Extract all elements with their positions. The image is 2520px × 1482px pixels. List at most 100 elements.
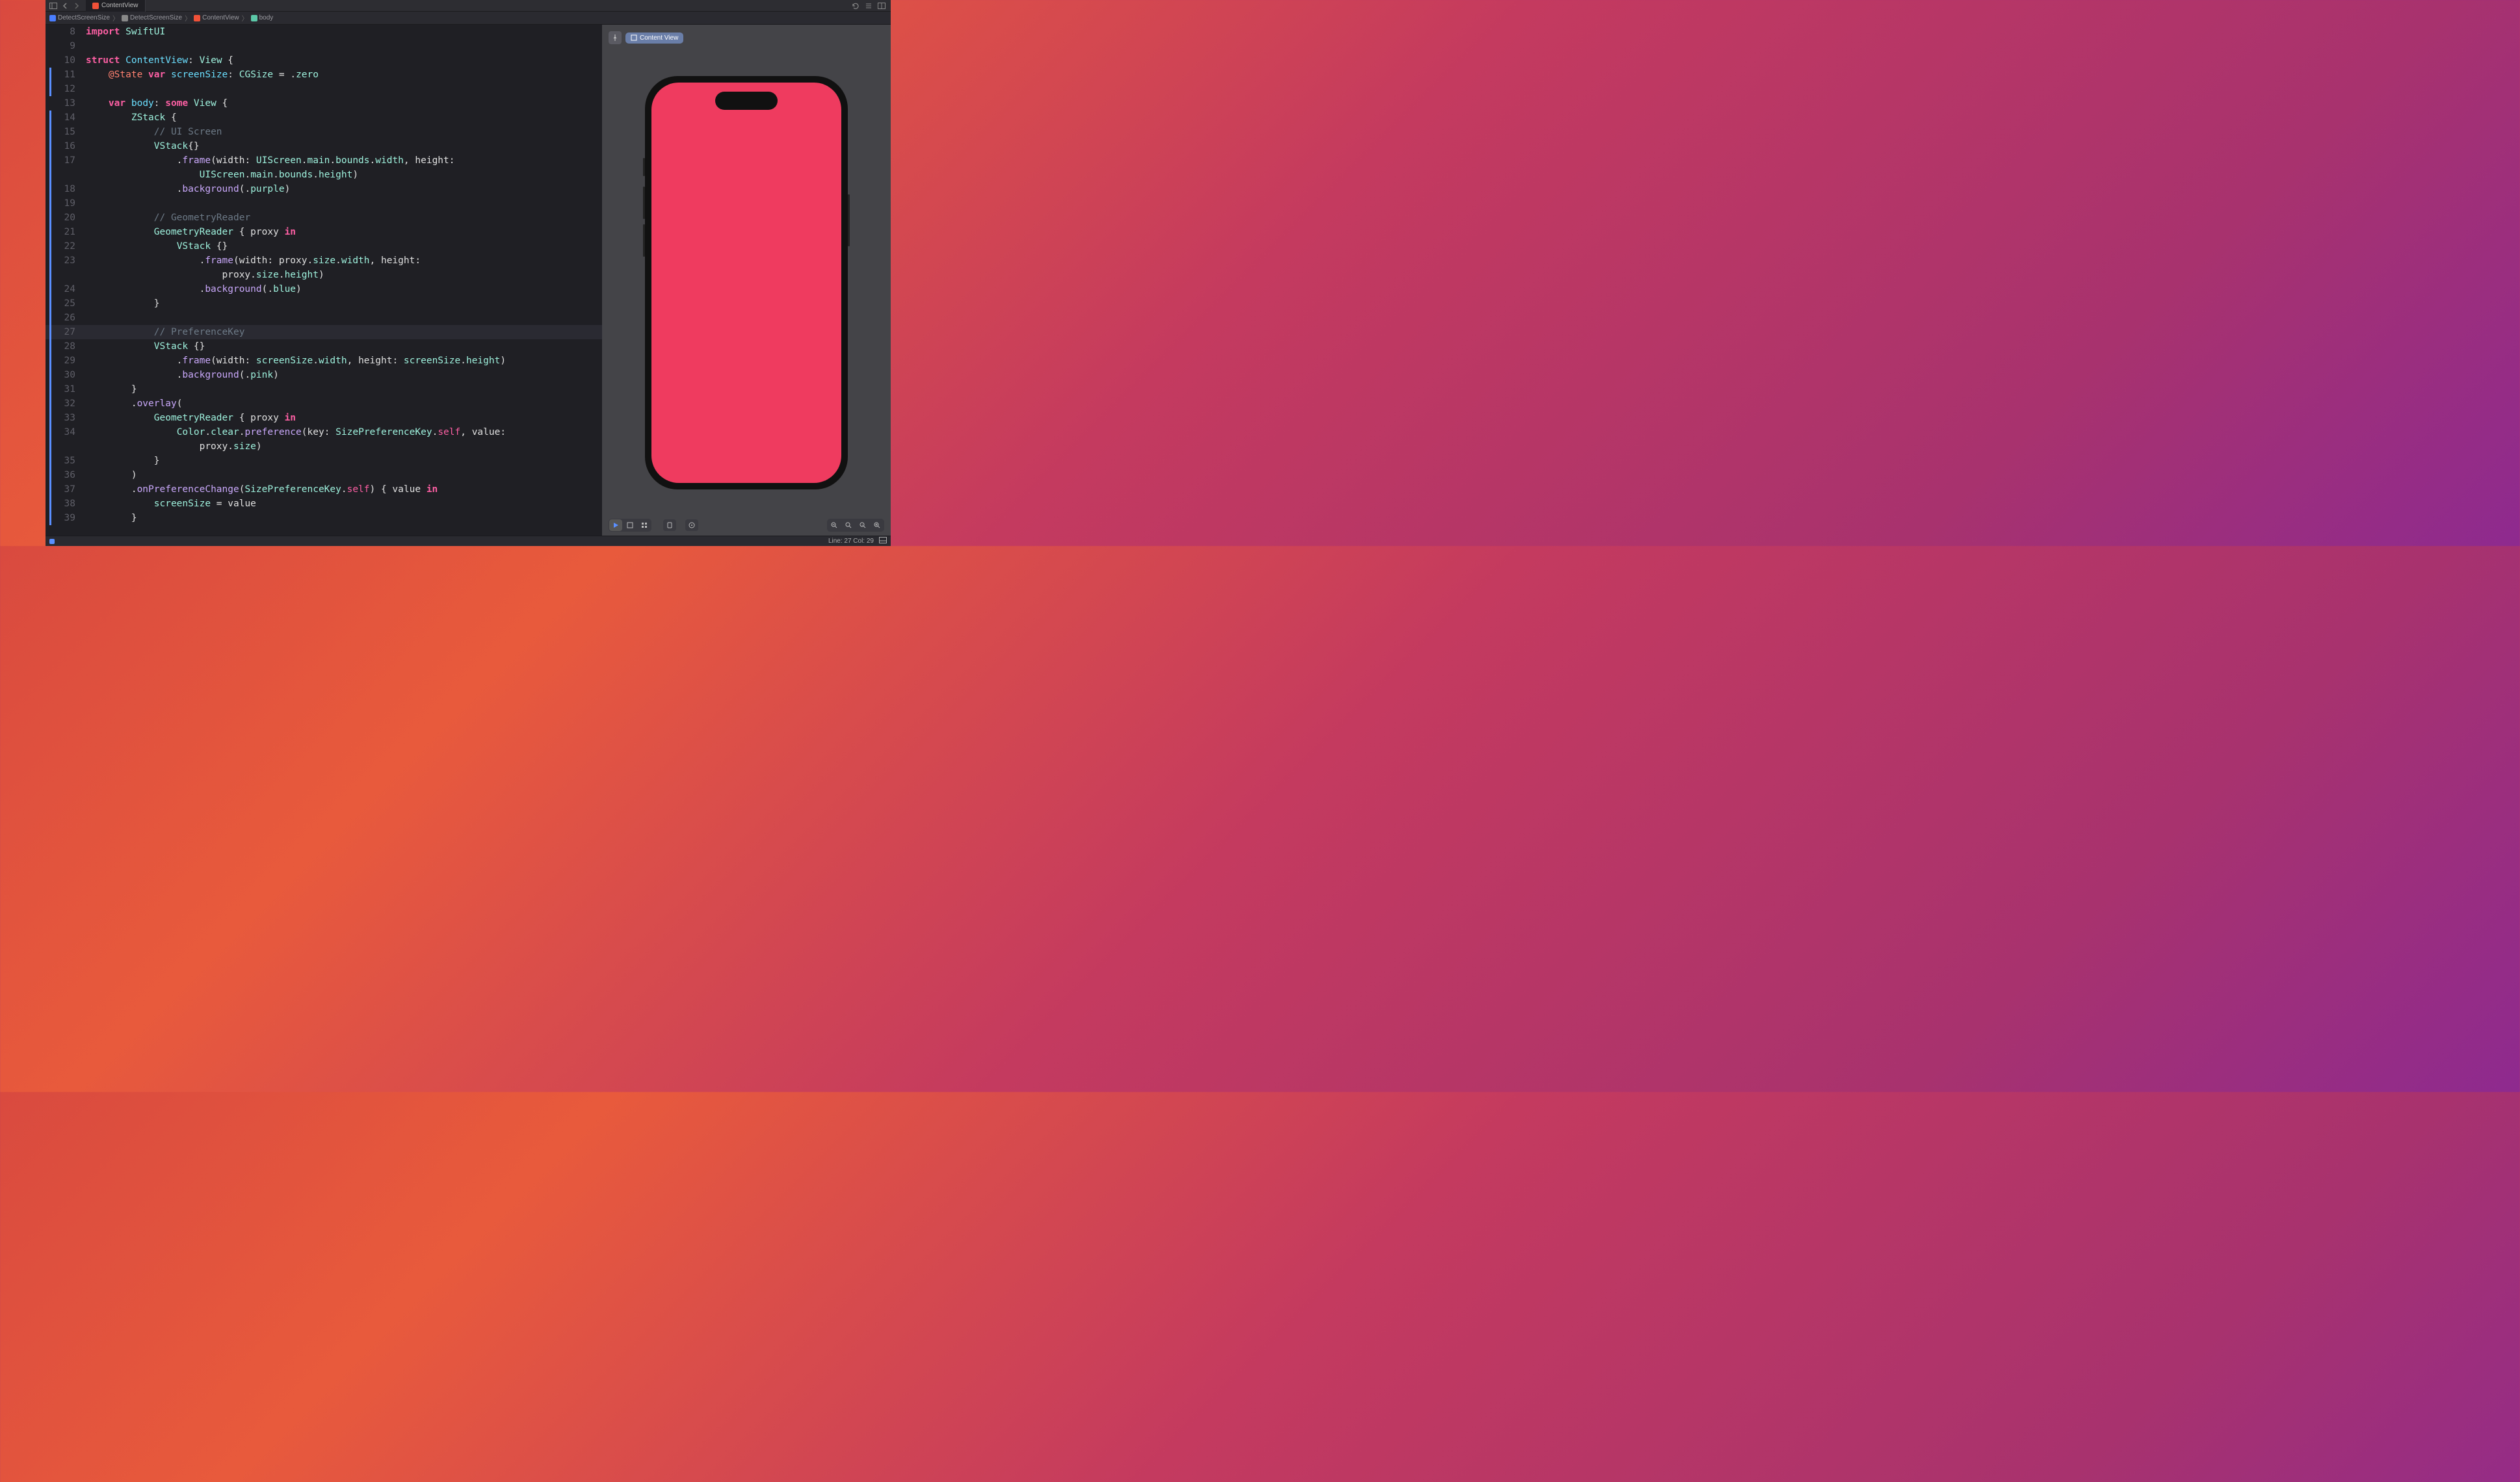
code-line[interactable]: 15 // UI Screen <box>46 125 602 139</box>
line-number: 38 <box>46 497 81 511</box>
preview-issues-button[interactable] <box>685 519 698 531</box>
code-line[interactable]: 26 <box>46 311 602 325</box>
zoom-fit-button[interactable]: 1 <box>856 519 869 531</box>
line-number: 27 <box>46 325 81 339</box>
cursor-position: Line: 27 Col: 29 <box>828 538 874 545</box>
change-bar <box>49 82 51 96</box>
line-number: 17 <box>46 153 81 168</box>
line-number: 15 <box>46 125 81 139</box>
code-line[interactable]: 38 screenSize = value <box>46 497 602 511</box>
code-line[interactable]: 18 .background(.purple) <box>46 182 602 196</box>
code-line[interactable]: 31 } <box>46 382 602 396</box>
code-line[interactable]: 28 VStack {} <box>46 339 602 354</box>
code-line[interactable]: 32 .overlay( <box>46 396 602 411</box>
code-line[interactable]: 12 <box>46 82 602 96</box>
code-line[interactable]: 8import SwiftUI <box>46 25 602 39</box>
back-icon[interactable] <box>60 1 70 11</box>
forward-icon[interactable] <box>72 1 82 11</box>
breadcrumb-app[interactable]: DetectScreenSize <box>49 14 110 21</box>
status-indicator-icon[interactable] <box>49 539 55 544</box>
tab-contentview[interactable]: ContentView <box>86 0 146 12</box>
line-number: 34 <box>46 425 81 439</box>
change-bar <box>49 325 51 339</box>
code-line[interactable]: 35 } <box>46 454 602 468</box>
change-bar <box>49 311 51 325</box>
code-line[interactable]: 14 ZStack { <box>46 110 602 125</box>
breadcrumb-property[interactable]: body <box>251 14 274 21</box>
zoom-in-button[interactable] <box>871 519 884 531</box>
code-line[interactable]: proxy.size) <box>46 439 602 454</box>
line-number: 39 <box>46 511 81 525</box>
zoom-actual-button[interactable] <box>842 519 855 531</box>
change-bar <box>49 411 51 425</box>
breadcrumb-folder-label: DetectScreenSize <box>130 14 182 21</box>
debug-area-toggle-icon[interactable] <box>879 537 887 545</box>
code-content: .background(.blue) <box>81 282 602 296</box>
change-bar <box>49 468 51 482</box>
code-line[interactable]: 34 Color.clear.preference(key: SizePrefe… <box>46 425 602 439</box>
navigator-toggle-icon[interactable] <box>48 1 59 11</box>
zoom-out-button[interactable] <box>828 519 841 531</box>
main-split: 8import SwiftUI910struct ContentView: Vi… <box>46 25 891 536</box>
code-line[interactable]: 21 GeometryReader { proxy in <box>46 225 602 239</box>
code-line[interactable]: 24 .background(.blue) <box>46 282 602 296</box>
device-settings-button[interactable] <box>663 519 676 531</box>
code-content <box>81 196 602 211</box>
code-line[interactable]: 16 VStack{} <box>46 139 602 153</box>
pin-preview-button[interactable] <box>609 31 622 44</box>
status-bar: Line: 27 Col: 29 <box>46 536 891 546</box>
code-line[interactable]: 19 <box>46 196 602 211</box>
code-content: Color.clear.preference(key: SizePreferen… <box>81 425 602 439</box>
content-view-chip[interactable]: Content View <box>625 32 683 44</box>
code-line[interactable]: UIScreen.main.bounds.height) <box>46 168 602 182</box>
code-editor[interactable]: 8import SwiftUI910struct ContentView: Vi… <box>46 25 602 536</box>
code-line[interactable]: 22 VStack {} <box>46 239 602 254</box>
selectable-preview-button[interactable] <box>623 519 637 531</box>
code-line[interactable]: 29 .frame(width: screenSize.width, heigh… <box>46 354 602 368</box>
line-number: 12 <box>46 82 81 96</box>
code-line[interactable]: proxy.size.height) <box>46 268 602 282</box>
change-bar <box>49 296 51 311</box>
property-icon <box>251 15 257 21</box>
code-line[interactable]: 13 var body: some View { <box>46 96 602 110</box>
code-line[interactable]: 11 @State var screenSize: CGSize = .zero <box>46 68 602 82</box>
line-number: 10 <box>46 53 81 68</box>
change-bar <box>49 382 51 396</box>
live-preview-button[interactable] <box>609 519 622 531</box>
code-line[interactable]: 25 } <box>46 296 602 311</box>
code-line[interactable]: 30 .background(.pink) <box>46 368 602 382</box>
line-number: 36 <box>46 468 81 482</box>
code-content: import SwiftUI <box>81 25 602 39</box>
code-line[interactable]: 23 .frame(width: proxy.size.width, heigh… <box>46 254 602 268</box>
device-frame[interactable] <box>645 76 848 489</box>
code-content: // PreferenceKey <box>81 325 602 339</box>
code-line[interactable]: 17 .frame(width: UIScreen.main.bounds.wi… <box>46 153 602 168</box>
change-bar <box>49 139 51 153</box>
app-icon <box>49 15 56 21</box>
code-line[interactable]: 39 } <box>46 511 602 525</box>
line-number: 21 <box>46 225 81 239</box>
code-content: .onPreferenceChange(SizePreferenceKey.se… <box>81 482 602 497</box>
code-line[interactable]: 33 GeometryReader { proxy in <box>46 411 602 425</box>
swift-icon <box>92 3 99 9</box>
code-line[interactable]: 10struct ContentView: View { <box>46 53 602 68</box>
change-bar <box>49 354 51 368</box>
add-editor-icon[interactable] <box>876 1 887 11</box>
code-content <box>81 82 602 96</box>
refresh-icon[interactable] <box>850 1 861 11</box>
code-content: screenSize = value <box>81 497 602 511</box>
code-line[interactable]: 27 // PreferenceKey <box>46 325 602 339</box>
change-bar <box>49 182 51 196</box>
code-line[interactable]: 37 .onPreferenceChange(SizePreferenceKey… <box>46 482 602 497</box>
breadcrumb-file[interactable]: ContentView <box>194 14 239 21</box>
code-line[interactable]: 20 // GeometryReader <box>46 211 602 225</box>
change-bar <box>49 396 51 411</box>
code-content: @State var screenSize: CGSize = .zero <box>81 68 602 82</box>
variants-preview-button[interactable] <box>638 519 651 531</box>
breadcrumb-folder[interactable]: DetectScreenSize <box>122 14 182 21</box>
adjust-editor-icon[interactable] <box>863 1 874 11</box>
code-line[interactable]: 9 <box>46 39 602 53</box>
code-content: GeometryReader { proxy in <box>81 225 602 239</box>
line-number: 33 <box>46 411 81 425</box>
code-line[interactable]: 36 ) <box>46 468 602 482</box>
